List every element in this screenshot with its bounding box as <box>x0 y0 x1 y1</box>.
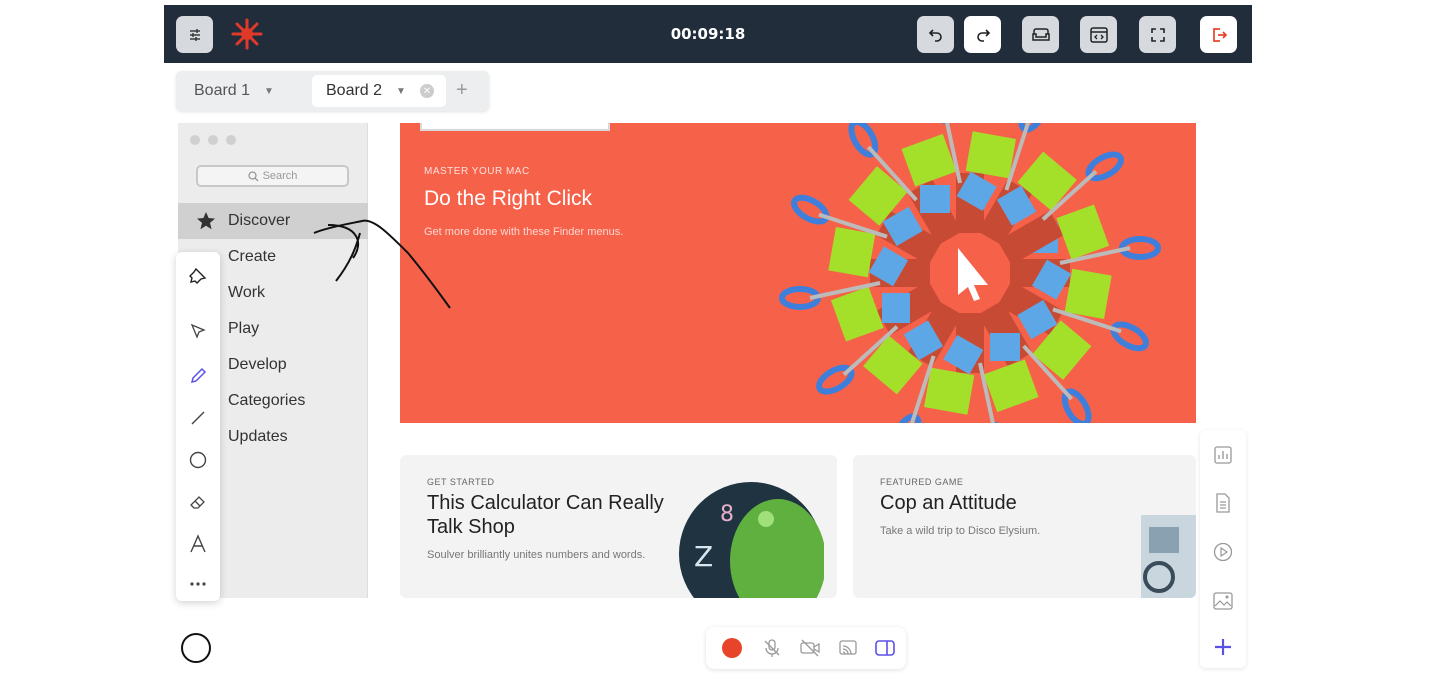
tab-label: Board 2 <box>326 82 383 99</box>
hero-tab-shape <box>420 123 610 131</box>
insert-document-button[interactable] <box>1210 490 1236 516</box>
card-title-line: This Calculator Can Really <box>427 492 664 514</box>
bottom-controls <box>706 627 906 669</box>
fullscreen-icon <box>1150 27 1165 42</box>
devices-button[interactable] <box>1022 16 1059 53</box>
pencil-icon <box>190 367 207 384</box>
cursor-icon <box>190 323 206 339</box>
circle-tool-button[interactable] <box>184 446 212 474</box>
redo-icon <box>976 28 990 42</box>
drawing-toolbar <box>176 252 220 601</box>
select-tool-button[interactable] <box>184 317 212 345</box>
search-input: Search <box>196 165 349 187</box>
card-subtitle: Take a wild trip to Disco Elysium. <box>880 525 1041 537</box>
calculator-artwork: Z 8 <box>679 482 824 598</box>
undo-button[interactable] <box>917 16 954 53</box>
add-button[interactable] <box>1210 634 1236 660</box>
camera-off-icon <box>800 639 820 657</box>
eraser-tool-button[interactable] <box>184 488 212 516</box>
insert-chart-button[interactable] <box>1210 442 1236 468</box>
card-subtitle: Soulver brilliantly unites numbers and w… <box>427 549 646 561</box>
sidebar-item-label: Updates <box>228 428 288 445</box>
card-featured-game: FEATURED GAME Cop an Attitude Take a wil… <box>853 455 1196 598</box>
sidebar-item-label: Create <box>228 248 277 265</box>
svg-text:8: 8 <box>720 502 734 527</box>
sidebar-item-label: Discover <box>228 212 291 229</box>
exit-button[interactable] <box>1200 16 1237 53</box>
undo-icon <box>928 28 942 42</box>
color-picker-button[interactable] <box>181 633 211 663</box>
document-icon <box>1216 493 1230 513</box>
split-view-icon <box>875 640 895 656</box>
card-title: This Calculator Can Really Talk Shop <box>427 491 664 539</box>
close-tab-icon[interactable]: ✕ <box>419 84 434 98</box>
redo-button[interactable] <box>964 16 1001 53</box>
eraser-icon <box>190 496 205 509</box>
tab-label: Board 1 <box>194 82 251 99</box>
card-kicker: GET STARTED <box>427 477 495 487</box>
insert-toolbar <box>1200 430 1246 668</box>
sidebar-item-label: Develop <box>228 356 287 373</box>
tab-board-2[interactable]: Board 2 ▼ ✕ <box>312 75 446 107</box>
layout-button[interactable] <box>873 636 897 660</box>
couch-icon <box>1031 27 1050 41</box>
pin-tool-button[interactable] <box>184 262 212 290</box>
line-icon <box>191 411 205 425</box>
mic-button[interactable] <box>760 636 784 660</box>
svg-text:Z: Z <box>694 540 713 573</box>
circle-icon <box>189 451 207 469</box>
card-calculator: GET STARTED This Calculator Can Really T… <box>400 455 837 598</box>
sidebar-item-label: Categories <box>228 392 306 409</box>
record-icon <box>722 638 742 658</box>
image-icon <box>1213 592 1233 610</box>
cast-icon <box>839 640 857 655</box>
search-icon <box>247 170 259 181</box>
embed-code-button[interactable] <box>1080 16 1117 53</box>
text-icon <box>190 534 206 553</box>
camera-button[interactable] <box>798 636 822 660</box>
hero-kicker: MASTER YOUR MAC <box>424 166 530 177</box>
pen-tool-button[interactable] <box>184 362 212 390</box>
exit-icon <box>1212 27 1227 42</box>
plus-icon <box>1215 639 1231 655</box>
play-icon <box>1213 542 1233 562</box>
board-tabs: Board 1 ▼ Board 2 ▼ ✕ + <box>176 71 489 111</box>
more-tools-button[interactable] <box>184 570 212 598</box>
chevron-down-icon[interactable]: ▼ <box>264 86 274 97</box>
record-button[interactable] <box>720 636 744 660</box>
chart-icon <box>1214 446 1232 464</box>
sidebar-item-label: Play <box>228 320 260 337</box>
whiteboard-app: 00:09:18 Board 1 ▼ Board 2 ▼ ✕ + Search … <box>164 5 1252 682</box>
mic-off-icon <box>764 639 780 657</box>
sidebar-item-label: Work <box>228 284 266 301</box>
star-icon <box>197 212 215 230</box>
hero-illustration <box>720 123 1161 423</box>
text-tool-button[interactable] <box>184 530 212 558</box>
board-canvas[interactable]: Search Discover Create Work Play Develop… <box>178 123 1196 598</box>
chevron-down-icon[interactable]: ▼ <box>396 86 406 97</box>
freehand-arrow-annotation[interactable] <box>298 203 458 323</box>
fullscreen-button[interactable] <box>1139 16 1176 53</box>
add-tab-button[interactable]: + <box>456 79 468 102</box>
search-placeholder: Search <box>262 170 298 182</box>
window-controls <box>190 135 236 145</box>
game-artwork <box>1141 515 1196 598</box>
cast-button[interactable] <box>836 636 860 660</box>
hero-banner: MASTER YOUR MAC Do the Right Click Get m… <box>400 123 1196 423</box>
top-bar: 00:09:18 <box>164 5 1252 63</box>
card-title: Cop an Attitude <box>880 492 1017 514</box>
insert-image-button[interactable] <box>1210 588 1236 614</box>
pin-icon <box>189 267 207 284</box>
line-tool-button[interactable] <box>184 404 212 432</box>
more-icon <box>190 582 206 586</box>
code-window-icon <box>1089 26 1108 43</box>
tab-board-1[interactable]: Board 1 ▼ <box>180 75 308 107</box>
card-kicker: FEATURED GAME <box>880 477 964 487</box>
insert-video-button[interactable] <box>1210 539 1236 565</box>
card-title-line: Talk Shop <box>427 516 515 538</box>
